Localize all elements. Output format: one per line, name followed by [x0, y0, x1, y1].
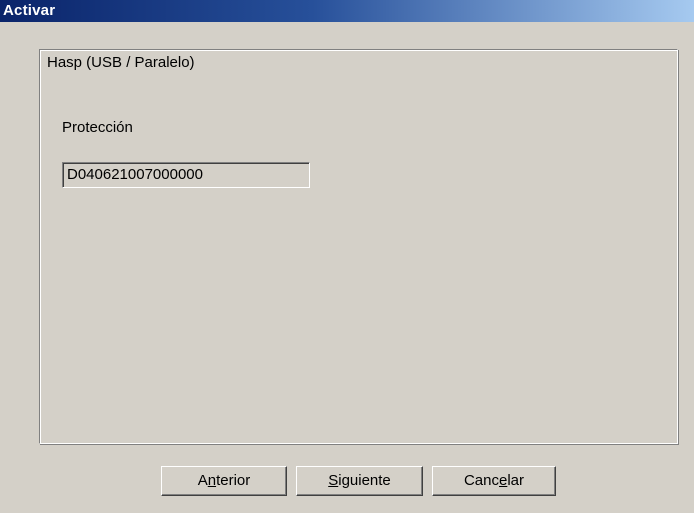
- cancelar-button[interactable]: Cancelar: [432, 466, 556, 496]
- window-title: Activar: [3, 2, 56, 19]
- proteccion-field[interactable]: D040621007000000: [62, 162, 310, 188]
- siguiente-label-post: iguiente: [338, 472, 391, 489]
- anterior-label-pre: A: [197, 472, 208, 489]
- cancelar-label-pre: Canc: [463, 472, 499, 489]
- anterior-mnemonic: n: [207, 472, 217, 489]
- groupbox-legend: Hasp (USB / Paralelo): [44, 54, 198, 72]
- proteccion-label: Protección: [62, 119, 133, 136]
- anterior-button[interactable]: Anterior: [161, 466, 287, 496]
- siguiente-button[interactable]: Siguiente: [296, 466, 423, 496]
- cancelar-label-post: lar: [507, 472, 525, 489]
- hasp-groupbox: [39, 49, 678, 444]
- anterior-label-post: terior: [216, 472, 251, 489]
- title-bar[interactable]: Activar: [0, 0, 694, 22]
- siguiente-mnemonic: S: [328, 472, 339, 489]
